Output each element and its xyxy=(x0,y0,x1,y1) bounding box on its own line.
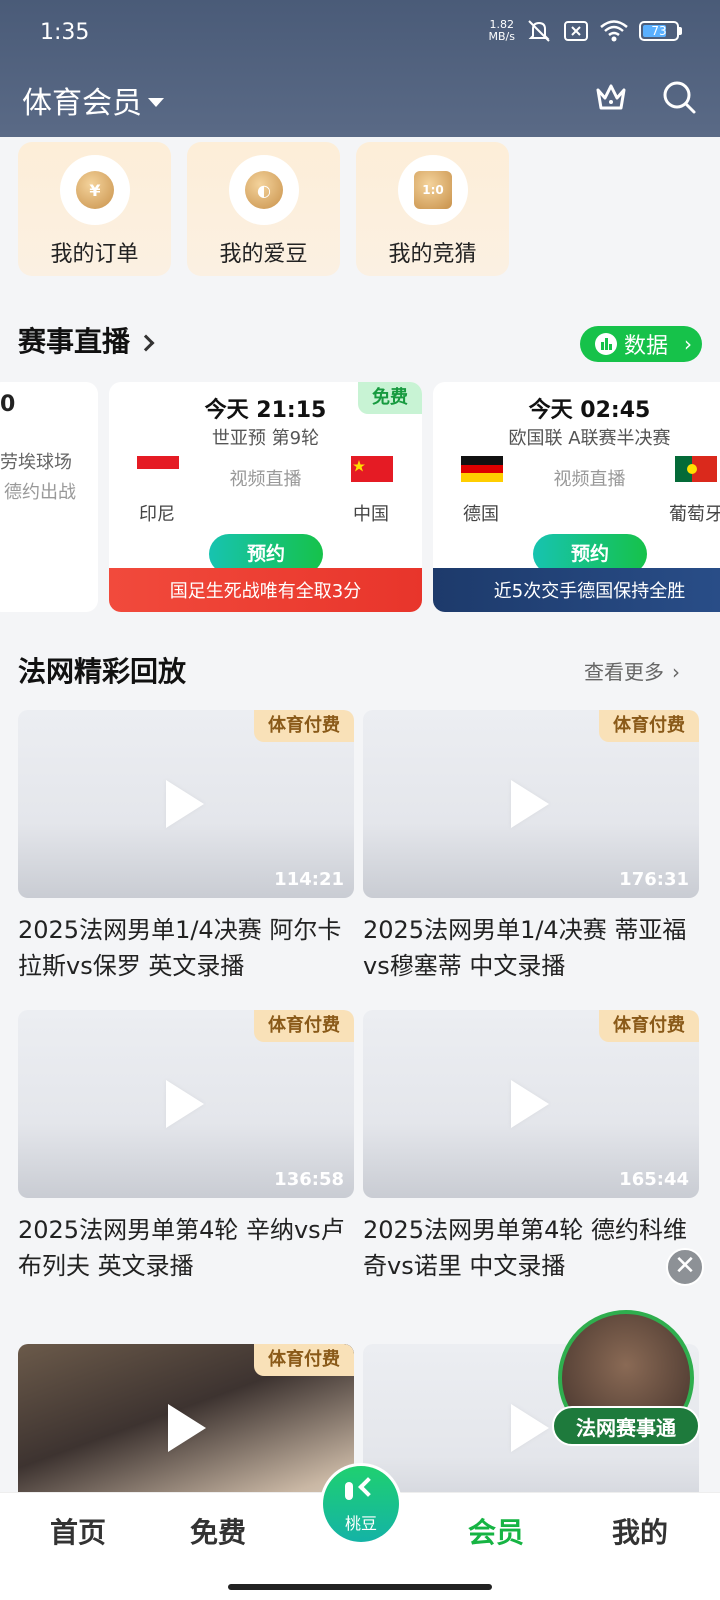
quick-action-label: 我的竞猜 xyxy=(388,242,477,267)
bean-coin-icon: ◐ xyxy=(245,171,283,209)
play-icon xyxy=(511,1080,549,1128)
video-title: 2025法网男单1/4决赛 阿尔卡拉斯vs保罗 英文录播 xyxy=(18,916,342,980)
video-thumbnail: 体育付费 176:31 xyxy=(363,710,699,898)
quick-action-label: 我的爱豆 xyxy=(219,242,308,267)
network-speed: 1.82 MB/s xyxy=(488,18,515,43)
video-thumbnail: 体育付费 165:44 xyxy=(363,1010,699,1198)
status-icons: 1.82 MB/s 73 xyxy=(489,18,682,44)
home-indicator[interactable] xyxy=(228,1584,492,1590)
match-card[interactable]: 免费 今天 21:15 世亚预 第9轮 视频直播 印尼 中国 预约 国足生死战唯… xyxy=(109,382,422,612)
app-header: 1:35 1.82 MB/s 73 体育会员 xyxy=(0,0,720,137)
match-league: 世亚预 第9轮 xyxy=(211,428,320,449)
no-sim-icon xyxy=(564,21,588,41)
play-icon xyxy=(168,1404,206,1452)
portugal-flag-icon xyxy=(675,456,717,482)
video-card[interactable]: 体育付费 136:58 2025法网男单第4轮 辛纳vs卢布列夫 英文录播 xyxy=(18,1010,354,1284)
roland-garros-promo[interactable]: 法网赛事通 xyxy=(552,1310,700,1448)
crown-icon[interactable] xyxy=(592,78,630,116)
chevron-right-icon: › xyxy=(684,332,693,356)
play-icon xyxy=(511,780,549,828)
paid-badge: 体育付费 xyxy=(599,1010,699,1042)
paid-badge: 体育付费 xyxy=(254,1344,354,1376)
paid-badge: 体育付费 xyxy=(254,1010,354,1042)
close-promo-button[interactable]: ✕ xyxy=(666,1248,704,1286)
match-banner: 近5次交手德国保持全胜 xyxy=(433,568,720,612)
nav-mine[interactable]: 我的 xyxy=(612,1511,668,1551)
quick-actions: ¥ 我的订单 ◐ 我的爱豆 1:0 我的竞猜 xyxy=(18,142,509,276)
chevron-right-icon xyxy=(137,334,155,352)
play-icon xyxy=(511,1404,549,1452)
quick-action-label: 我的订单 xyxy=(50,242,139,267)
play-icon xyxy=(166,1080,204,1128)
home-team: 印尼 xyxy=(139,504,175,525)
away-team: 葡萄牙 xyxy=(669,504,720,525)
away-team: 中国 xyxy=(353,504,389,525)
battery-indicator: 73 xyxy=(639,21,682,41)
video-title: 2025法网男单第4轮 辛纳vs卢布列夫 英文录播 xyxy=(18,1216,345,1280)
paid-badge: 体育付费 xyxy=(599,710,699,742)
match-card[interactable]: 0 劳埃球场 德约出战 xyxy=(0,382,98,612)
video-duration: 165:44 xyxy=(619,1169,689,1190)
nav-member[interactable]: 会员 xyxy=(468,1511,524,1551)
video-card[interactable]: 体育付费 165:44 2025法网男单第4轮 德约科维奇vs诺里 中文录播 xyxy=(363,1010,699,1284)
match-banner: 国足生死战唯有全取3分 xyxy=(109,568,422,612)
nav-home[interactable]: 首页 xyxy=(50,1511,106,1551)
home-team: 德国 xyxy=(463,504,499,525)
video-thumbnail: 体育付费 136:58 xyxy=(18,1010,354,1198)
bar-chart-icon xyxy=(595,333,617,355)
caret-down-icon xyxy=(148,97,164,107)
promo-label: 法网赛事通 xyxy=(552,1406,700,1446)
yen-coin-icon: ¥ xyxy=(76,171,114,209)
section-switcher[interactable]: 体育会员 xyxy=(22,78,164,122)
quick-action-beans[interactable]: ◐ 我的爱豆 xyxy=(187,142,340,276)
china-flag-icon xyxy=(351,456,393,482)
video-card[interactable]: 体育付费 114:21 2025法网男单1/4决赛 阿尔卡拉斯vs保罗 英文录播 xyxy=(18,710,354,984)
quick-action-guesses[interactable]: 1:0 我的竞猜 xyxy=(356,142,509,276)
match-time: 今天 02:45 xyxy=(528,398,651,423)
bell-muted-icon xyxy=(528,20,550,42)
status-bar: 1:35 1.82 MB/s 73 xyxy=(0,0,720,66)
nav-center-label: 桃豆 xyxy=(344,1514,377,1533)
nav-free[interactable]: 免费 xyxy=(190,1511,246,1551)
match-league: 欧国联 A联赛半决赛 xyxy=(508,428,671,449)
data-button[interactable]: 数据 › xyxy=(580,326,702,362)
video-title: 2025法网男单1/4决赛 蒂亚福vs穆塞蒂 中文录播 xyxy=(363,916,687,980)
status-time: 1:35 xyxy=(40,20,90,45)
video-thumbnail: 体育付费 114:21 xyxy=(18,710,354,898)
video-duration: 136:58 xyxy=(274,1169,344,1190)
play-icon xyxy=(166,780,204,828)
match-card[interactable]: 今天 02:45 欧国联 A联赛半决赛 视频直播 德国 葡萄牙 预约 近5次交手… xyxy=(433,382,720,612)
video-duration: 176:31 xyxy=(619,869,689,890)
quick-action-orders[interactable]: ¥ 我的订单 xyxy=(18,142,171,276)
search-icon[interactable] xyxy=(660,78,698,116)
live-section-title[interactable]: 赛事直播 xyxy=(18,320,155,360)
nav-center-button[interactable]: 桃豆 xyxy=(320,1463,402,1545)
video-title: 2025法网男单第4轮 德约科维奇vs诺里 中文录播 xyxy=(363,1216,687,1280)
replay-section-title: 法网精彩回放 xyxy=(18,655,187,688)
video-duration: 114:21 xyxy=(274,869,344,890)
video-card[interactable]: 体育付费 176:31 2025法网男单1/4决赛 蒂亚福vs穆塞蒂 中文录播 xyxy=(363,710,699,984)
wifi-icon xyxy=(600,20,628,42)
see-more-link[interactable]: 查看更多 › xyxy=(584,656,680,685)
paid-badge: 体育付费 xyxy=(254,710,354,742)
match-time: 今天 21:15 xyxy=(204,398,327,423)
chevron-right-icon: › xyxy=(672,660,680,684)
page-title: 体育会员 xyxy=(22,86,142,121)
score-calendar-icon: 1:0 xyxy=(414,171,452,209)
